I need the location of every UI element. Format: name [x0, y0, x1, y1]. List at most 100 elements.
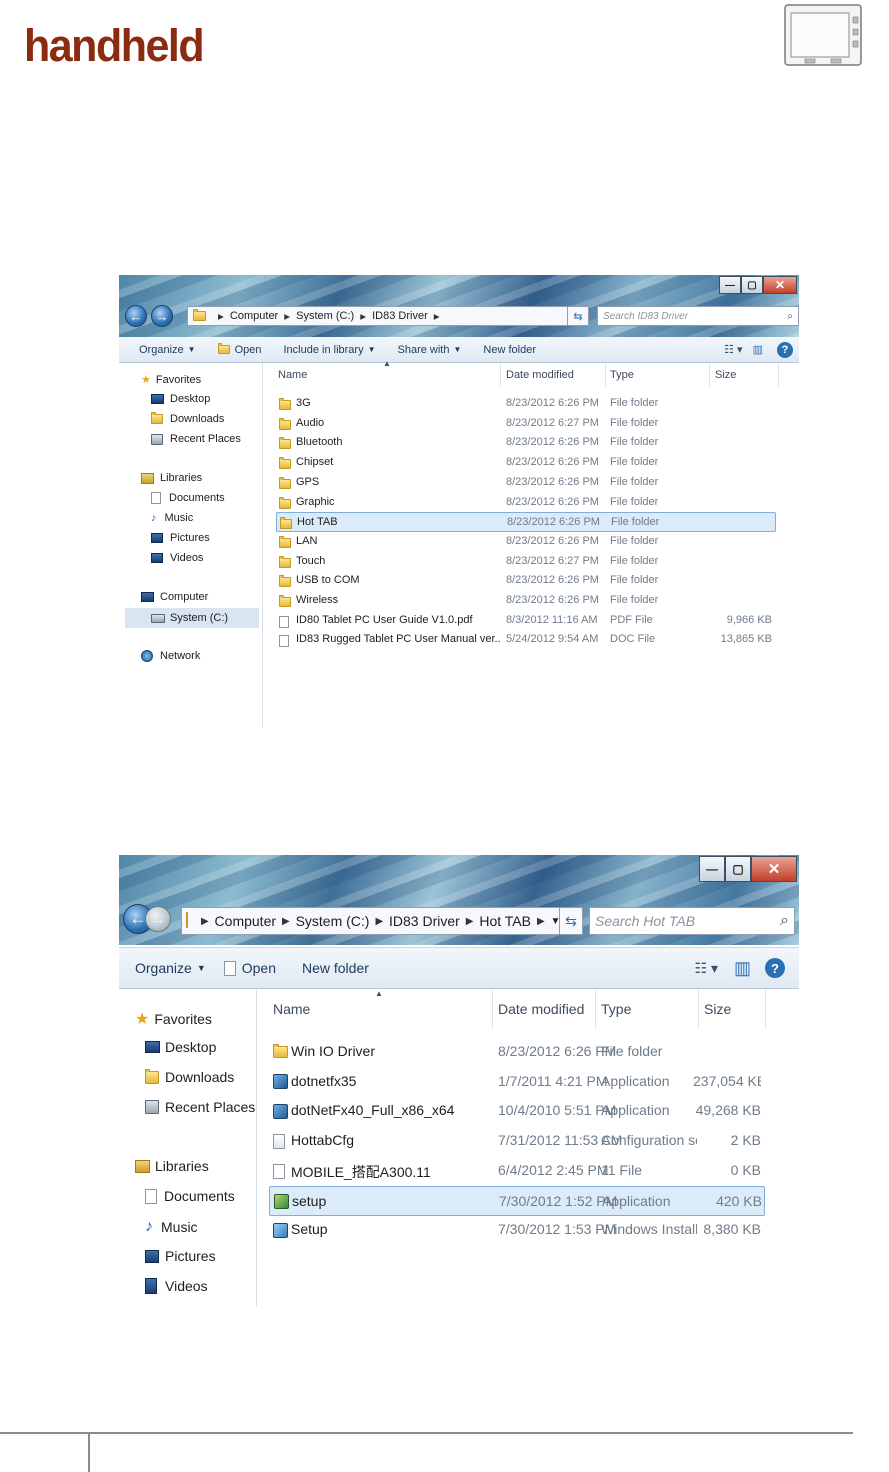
search-icon: ⌕ — [787, 310, 793, 322]
maximize-button[interactable]: ▢ — [725, 856, 751, 882]
view-options-icon[interactable]: ☷ ▾ — [724, 343, 742, 356]
address-bar[interactable]: ▶ Computer ▶ System (C:) ▶ ID83 Driver ▶ Hot… — [181, 907, 565, 935]
nav-item-music[interactable]: ♪ Music — [145, 1218, 198, 1236]
address-bar[interactable]: ▶Computer ▶System (C:) ▶ID83 Driver ▶ ▼ — [187, 306, 587, 326]
file-row[interactable]: Bluetooth 8/23/2012 6:26 PM File folder — [276, 433, 776, 453]
nav-network[interactable]: Network — [141, 650, 200, 662]
close-button[interactable]: ✕ — [751, 856, 797, 882]
file-row[interactable]: Win IO Driver 8/23/2012 6:26 PM File folde… — [269, 1037, 765, 1067]
open-button[interactable]: Open — [223, 960, 276, 976]
nav-item-videos[interactable]: Videos — [151, 552, 203, 564]
file-name: LAN — [296, 534, 318, 547]
open-button[interactable]: Open — [217, 343, 261, 356]
file-row[interactable]: ID80 Tablet PC User Guide V1.0.pdf 8/3/20… — [276, 611, 776, 631]
file-row[interactable]: USB to COM 8/23/2012 6:26 PM File folder — [276, 571, 776, 591]
search-input[interactable]: Search Hot TAB — [595, 913, 695, 929]
file-row[interactable]: Hot TAB 8/23/2012 6:26 PM File folder — [276, 512, 776, 533]
help-icon[interactable]: ? — [777, 341, 793, 358]
nav-item-desktop[interactable]: Desktop — [151, 393, 210, 405]
breadcrumb-system-c[interactable]: System (C:) — [296, 913, 370, 929]
nav-item-downloads[interactable]: Downloads — [145, 1068, 234, 1085]
column-header-name[interactable]: Name — [273, 1001, 310, 1017]
column-header-name[interactable]: Name — [278, 369, 307, 381]
nav-item-system-c[interactable]: System (C:) — [125, 608, 259, 628]
file-type: Application — [602, 1192, 671, 1209]
file-name: Touch — [296, 554, 326, 567]
file-row[interactable]: HottabCfg 7/31/2012 11:53 AM Configuration… — [269, 1126, 765, 1156]
preview-pane-icon[interactable]: ▥ — [753, 343, 763, 356]
nav-item-documents[interactable]: Documents — [145, 1188, 235, 1204]
breadcrumb-system-c[interactable]: System (C:) — [296, 310, 354, 322]
nav-favorites[interactable]: ★ Favorites — [135, 1009, 212, 1029]
nav-item-recent-places[interactable]: Recent Places — [151, 433, 241, 445]
nav-item-music[interactable]: ♪ Music — [151, 512, 193, 524]
file-date-modified: 8/23/2012 6:26 PM — [506, 456, 599, 469]
file-row[interactable]: GPS 8/23/2012 6:26 PM File folder — [276, 473, 776, 493]
nav-item-recent-places[interactable]: Recent Places — [145, 1099, 255, 1115]
column-header-date-modified[interactable]: Date modified — [506, 369, 574, 381]
organize-button[interactable]: Organize ▼ — [139, 344, 196, 356]
breadcrumb-id83-driver[interactable]: ID83 Driver — [389, 913, 460, 929]
forward-button[interactable]: → — [145, 906, 171, 932]
breadcrumb-computer[interactable]: Computer — [230, 310, 278, 322]
file-date-modified: 10/4/2010 5:51 PM — [498, 1102, 617, 1119]
nav-computer[interactable]: Computer — [141, 591, 208, 603]
share-with-button[interactable]: Share with ▼ — [398, 344, 462, 356]
help-icon[interactable]: ? — [765, 958, 785, 978]
file-row[interactable]: dotnetfx35 1/7/2011 4:21 PM Application 237… — [269, 1067, 765, 1097]
file-name: Bluetooth — [296, 436, 343, 449]
nav-item-desktop[interactable]: Desktop — [145, 1039, 216, 1055]
column-header-size[interactable]: Size — [715, 369, 736, 381]
file-row[interactable]: Graphic 8/23/2012 6:26 PM File folder — [276, 493, 776, 513]
breadcrumb-hot-tab[interactable]: Hot TAB — [479, 913, 531, 929]
file-size: 0 KB — [730, 1161, 761, 1178]
search-icon: ⌕ — [780, 912, 789, 929]
column-header-type[interactable]: Type — [601, 1001, 631, 1017]
file-row[interactable]: Wireless 8/23/2012 6:26 PM File folder — [276, 591, 776, 611]
new-folder-button[interactable]: New folder — [302, 960, 369, 976]
column-header-date-modified[interactable]: Date modified — [498, 1001, 584, 1017]
file-row[interactable]: Touch 8/23/2012 6:27 PM File folder — [276, 552, 776, 572]
organize-button[interactable]: Organize ▼ — [135, 960, 206, 976]
column-header-type[interactable]: Type — [610, 369, 634, 381]
nav-item-pictures[interactable]: Pictures — [145, 1248, 216, 1264]
nav-libraries[interactable]: Libraries — [135, 1158, 209, 1174]
window-controls: — ▢ ✕ — [719, 276, 797, 294]
view-options-icon[interactable]: ☷ ▾ — [695, 960, 718, 977]
file-row[interactable]: dotNetFx40_Full_x86_x64 10/4/2010 5:51 PM… — [269, 1096, 765, 1126]
file-row[interactable]: MOBILE_搭配A300.11 6/4/2012 2:45 PM 11 File 0… — [269, 1156, 765, 1186]
file-date-modified: 8/23/2012 6:27 PM — [506, 554, 599, 567]
nav-favorites[interactable]: ★ Favorites — [141, 373, 201, 387]
nav-item-pictures[interactable]: Pictures — [151, 532, 210, 544]
file-row[interactable]: Chipset 8/23/2012 6:26 PM File folder — [276, 453, 776, 473]
file-row[interactable]: Setup 7/30/2012 1:53 PMWindows Installer … — [269, 1215, 765, 1245]
file-row[interactable]: ID83 Rugged Tablet PC User Manual ver...… — [276, 630, 776, 650]
breadcrumb-computer[interactable]: Computer — [215, 913, 276, 929]
search-input[interactable]: Search ID83 Driver — [603, 311, 688, 322]
search-box[interactable]: Search Hot TAB ⌕ — [589, 907, 795, 935]
file-row[interactable]: setup 7/30/2012 1:52 PM Application 420 KB — [269, 1185, 765, 1216]
include-in-library-button[interactable]: Include in library ▼ — [283, 344, 375, 356]
nav-libraries[interactable]: Libraries — [141, 472, 202, 484]
nav-item-documents[interactable]: Documents — [151, 492, 225, 504]
folder-icon — [279, 417, 291, 430]
column-header-size[interactable]: Size — [704, 1001, 731, 1017]
file-row[interactable]: 3G 8/23/2012 6:26 PM File folder — [276, 394, 776, 414]
refresh-button[interactable]: ⇆ — [559, 907, 583, 935]
file-row[interactable]: Audio 8/23/2012 6:27 PM File folder — [276, 414, 776, 434]
preview-pane-icon[interactable]: ▥ — [734, 958, 751, 979]
nav-item-downloads[interactable]: Downloads — [151, 412, 224, 425]
nav-item-videos[interactable]: Videos — [145, 1278, 208, 1294]
close-button[interactable]: ✕ — [763, 276, 797, 294]
back-button[interactable]: ← — [125, 305, 147, 327]
sort-indicator-icon: ▲ — [375, 989, 383, 998]
search-box[interactable]: Search ID83 Driver ⌕ — [597, 306, 799, 326]
file-row[interactable]: LAN 8/23/2012 6:26 PM File folder — [276, 532, 776, 552]
minimize-button[interactable]: — — [699, 856, 725, 882]
maximize-button[interactable]: ▢ — [741, 276, 763, 294]
refresh-button[interactable]: ⇆ — [567, 306, 589, 326]
forward-button[interactable]: → — [151, 305, 173, 327]
breadcrumb-id83-driver[interactable]: ID83 Driver — [372, 310, 428, 322]
new-folder-button[interactable]: New folder — [483, 344, 536, 356]
minimize-button[interactable]: — — [719, 276, 741, 294]
